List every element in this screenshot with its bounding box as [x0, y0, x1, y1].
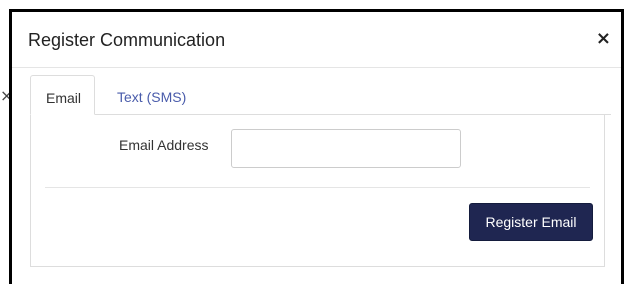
close-icon[interactable]: × — [596, 30, 611, 48]
tab-bar: Email Text (SMS) — [30, 75, 611, 115]
register-communication-modal: Register Communication × Email Text (SMS… — [9, 9, 624, 284]
tab-text-sms[interactable]: Text (SMS) — [102, 75, 201, 115]
email-address-input[interactable] — [231, 129, 461, 168]
modal-header: Register Communication × — [12, 12, 621, 68]
modal-title: Register Communication — [28, 30, 226, 50]
form-divider — [45, 187, 590, 188]
email-tab-panel: Email Address Register Email — [30, 114, 605, 267]
register-email-button[interactable]: Register Email — [469, 203, 593, 241]
email-address-label: Email Address — [119, 137, 209, 153]
tab-email[interactable]: Email — [30, 75, 95, 115]
